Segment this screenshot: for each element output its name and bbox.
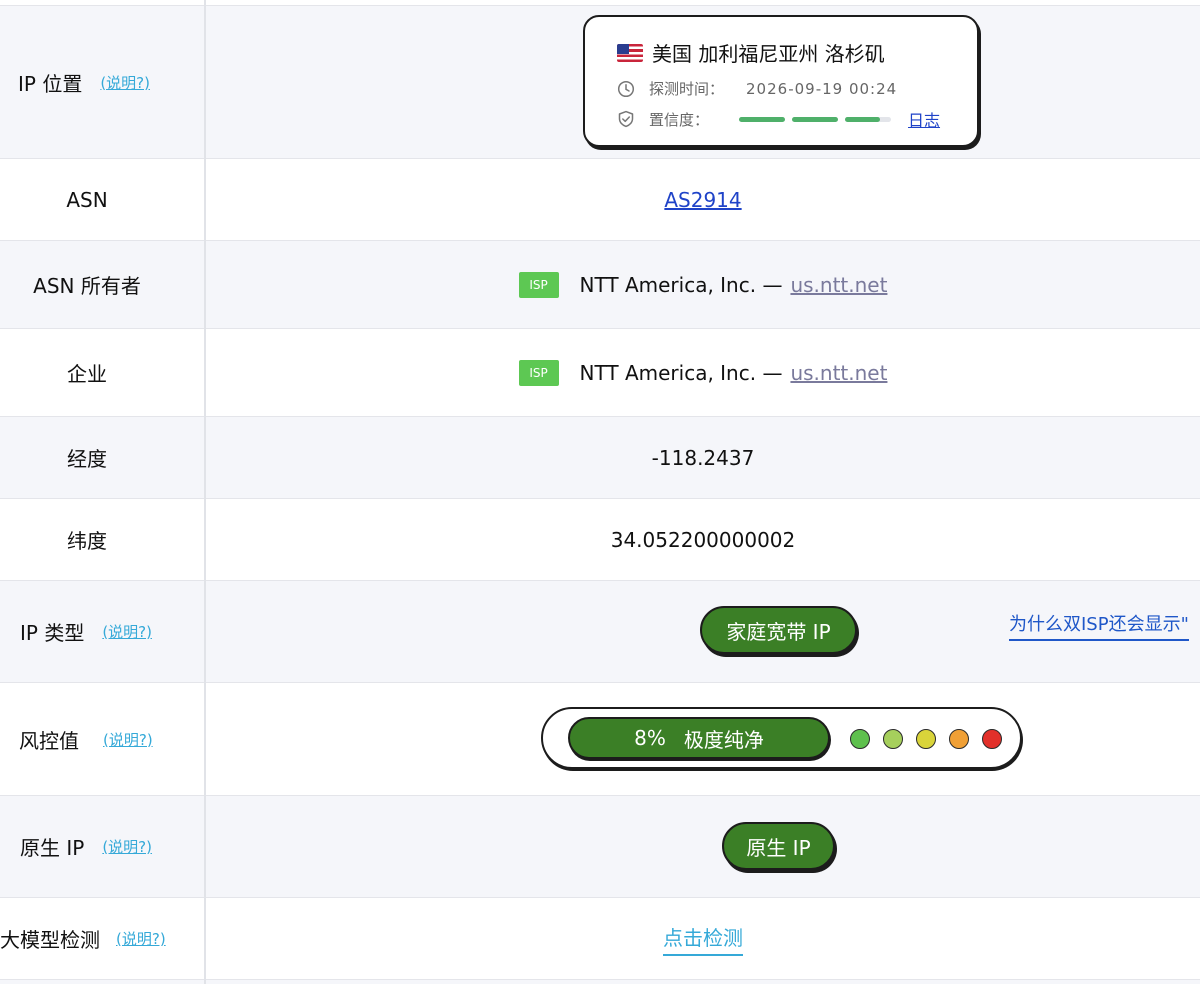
latitude-label-text: 纬度 <box>67 529 107 553</box>
risk-dot-orange <box>949 729 969 749</box>
llm-detect-value-cell: 点击检测 <box>206 898 1200 979</box>
risk-level: 极度纯净 <box>683 727 764 752</box>
detect-time-line: 探测时间： 2026-09-19 00:24 <box>617 78 897 99</box>
risk-dot-green <box>850 729 870 749</box>
table-row-bottom <box>0 980 1200 984</box>
latitude-value: 34.052200000002 <box>610 527 796 552</box>
llm-detect-label: 大模型检测 (说明?) <box>0 898 204 979</box>
longitude-value: -118.2437 <box>651 445 755 470</box>
asn-owner-value-cell: ISP NTT America, Inc. — us.ntt.net <box>206 241 1200 328</box>
row-latitude: 纬度 34.052200000002 <box>0 499 1200 581</box>
native-ip-label: 原生 IP (说明?) <box>0 796 204 897</box>
company-label-text: 企业 <box>67 362 107 386</box>
llm-detect-help-link[interactable]: (说明?) <box>116 928 166 949</box>
company-domain-link[interactable]: us.ntt.net <box>790 361 887 385</box>
longitude-value-cell: -118.2437 <box>206 417 1200 498</box>
asn-owner-domain-link[interactable]: us.ntt.net <box>790 273 887 297</box>
ip-type-label: IP 类型 (说明?) <box>0 581 204 682</box>
log-link[interactable]: 日志 <box>908 107 940 131</box>
confidence-label: 置信度： <box>649 110 710 129</box>
risk-percent: 8% <box>634 726 666 750</box>
why-dual-isp-link[interactable]: 为什么双ISP还会显示" <box>1009 610 1189 641</box>
row-llm-detect: 大模型检测 (说明?) 点击检测 <box>0 898 1200 980</box>
row-native-ip: 原生 IP (说明?) <box>0 796 1200 898</box>
asn-value-cell: AS2914 <box>206 159 1200 240</box>
click-detect-link[interactable]: 点击检测 <box>663 922 743 956</box>
location-line: 美国 加利福尼亚州 洛杉矶 <box>617 38 885 67</box>
company-label: 企业 <box>0 329 204 416</box>
native-ip-help-link[interactable]: (说明?) <box>102 836 152 857</box>
native-ip-badge: 原生 IP <box>722 822 835 870</box>
shield-check-icon <box>618 110 634 128</box>
ip-location-card: 美国 加利福尼亚州 洛杉矶 探测时间： 2026-09-19 00:24 置信度… <box>583 15 979 147</box>
llm-detect-label-text: 大模型检测 <box>0 928 100 952</box>
ip-type-badge: 家庭宽带 IP <box>700 606 857 654</box>
row-asn: ASN AS2914 <box>0 159 1200 241</box>
asn-link[interactable]: AS2914 <box>664 188 741 212</box>
ip-info-table: IP 位置 (说明?) 美国 加利福尼亚州 洛杉矶 探测时间： 2026-09-… <box>0 0 1200 984</box>
asn-owner-label-text: ASN 所有者 <box>33 274 141 298</box>
risk-score-pill: 8% 极度纯净 <box>568 717 830 759</box>
asn-owner-name: NTT America, Inc. — <box>579 272 783 297</box>
confidence-bar-segment <box>845 116 892 122</box>
detect-time-label: 探测时间： <box>649 80 725 98</box>
asn-label-text: ASN <box>66 187 108 212</box>
ip-location-label: IP 位置 (说明?) <box>0 6 204 158</box>
asn-label: ASN <box>0 159 204 240</box>
confidence-bar <box>739 116 898 122</box>
isp-badge: ISP <box>518 271 559 298</box>
latitude-value-cell: 34.052200000002 <box>206 499 1200 580</box>
risk-dot-red <box>982 729 1002 749</box>
risk-meter: 8% 极度纯净 <box>541 707 1022 769</box>
asn-owner-label: ASN 所有者 <box>0 241 204 328</box>
longitude-label: 经度 <box>0 417 204 498</box>
location-text: 美国 加利福尼亚州 洛杉矶 <box>652 42 885 66</box>
row-company: 企业 ISP NTT America, Inc. — us.ntt.net <box>0 329 1200 417</box>
us-flag-icon <box>617 43 643 62</box>
latitude-label: 纬度 <box>0 499 204 580</box>
risk-label-text: 风控值 <box>19 728 79 753</box>
column-divider <box>204 0 206 984</box>
ip-location-help-link[interactable]: (说明?) <box>100 72 150 93</box>
clock-icon <box>617 80 635 97</box>
isp-badge: ISP <box>518 359 559 386</box>
ip-type-help-link[interactable]: (说明?) <box>102 621 152 642</box>
detect-time-value: 2026-09-19 00:24 <box>746 79 898 98</box>
confidence-line: 置信度： 日志 <box>617 107 940 131</box>
company-name: NTT America, Inc. — <box>579 360 783 385</box>
ip-location-label-text: IP 位置 <box>18 71 83 96</box>
risk-help-link[interactable]: (说明?) <box>103 729 153 750</box>
risk-label: 风控值 (说明?) <box>0 683 204 795</box>
ip-type-label-text: IP 类型 <box>20 621 85 645</box>
risk-dot-yellow <box>916 729 936 749</box>
row-longitude: 经度 -118.2437 <box>0 417 1200 499</box>
confidence-bar-fill <box>845 116 880 122</box>
company-value-cell: ISP NTT America, Inc. — us.ntt.net <box>206 329 1200 416</box>
native-ip-label-text: 原生 IP <box>20 836 85 860</box>
confidence-bar-segment <box>739 116 786 122</box>
risk-dot-lime <box>883 729 903 749</box>
confidence-bar-segment <box>792 116 839 122</box>
row-asn-owner: ASN 所有者 ISP NTT America, Inc. — us.ntt.n… <box>0 241 1200 329</box>
longitude-label-text: 经度 <box>67 447 107 471</box>
